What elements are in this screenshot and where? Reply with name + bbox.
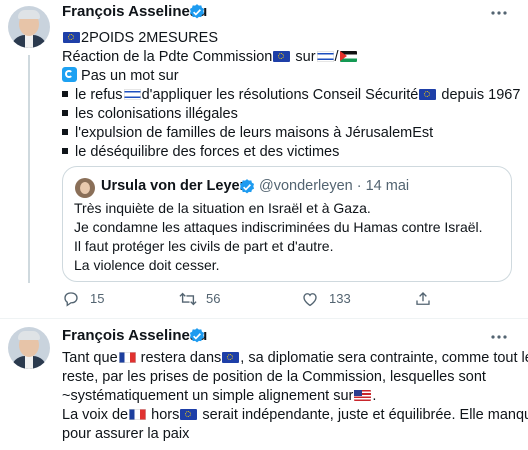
retweet-icon (179, 292, 197, 306)
bullet-item: le refus d'appliquer les résolutions Cons… (62, 86, 520, 105)
israel-flag-icon (316, 51, 334, 62)
author-name[interactable]: François Asselineau (62, 3, 207, 20)
eu-flag-icon (222, 352, 240, 363)
thread-line (28, 55, 30, 283)
share-icon (416, 292, 430, 305)
verified-badge-icon (189, 328, 205, 343)
quoted-text-line: La violence doit cesser. (74, 257, 220, 273)
reply-button[interactable]: 15 (62, 290, 122, 308)
reply-icon (64, 292, 78, 307)
france-flag-icon (118, 352, 136, 363)
reply-count: 15 (90, 291, 105, 306)
share-button[interactable] (414, 290, 434, 308)
author-avatar[interactable] (8, 6, 50, 48)
tweet-text-line: 2POIDS 2MESURES (62, 29, 218, 48)
author-name[interactable]: François Asselineau (62, 327, 207, 344)
usa-flag-icon (354, 390, 372, 401)
retweet-count: 56 (206, 291, 221, 306)
like-count: 133 (329, 291, 351, 306)
bullet-icon (62, 148, 68, 154)
bullet-item: le déséquilibre des forces et des victim… (62, 143, 339, 162)
eu-flag-icon (63, 32, 80, 43)
israel-flag-icon (123, 89, 141, 100)
tweet-text-line: Pas un mot sur (62, 67, 179, 86)
more-icon[interactable] (488, 4, 510, 22)
tweet-text-line: Tant que restera dans, sa diplomatie ser… (62, 350, 528, 366)
quoted-text-line: Je condamne les attaques indiscriminées … (74, 219, 483, 235)
more-icon[interactable] (488, 328, 510, 346)
quoted-author-name: Ursula von der Leyen (101, 178, 249, 194)
eu-flag-icon (419, 89, 437, 100)
bullet-icon (62, 110, 68, 116)
like-button[interactable]: 133 (301, 290, 361, 308)
quoted-author-avatar (75, 178, 95, 198)
tweet-2[interactable]: François Asselineau Tant que restera dan… (0, 319, 528, 450)
tweet-1[interactable]: François Asselineau 2POIDS 2MESURES Réac… (0, 0, 528, 318)
quoted-text-line: Très inquiète de la situation en Israël … (74, 200, 371, 216)
quoted-text-line: Il faut protéger les civils de part et d… (74, 238, 334, 254)
verified-badge-icon (189, 4, 205, 19)
bullet-item: l'expulsion de familles de leurs maisons… (62, 124, 433, 143)
bullet-icon (62, 91, 68, 97)
tweet-text-line: reste, par les prises de position de la … (62, 369, 486, 385)
like-icon (303, 293, 317, 307)
verified-badge-icon (239, 179, 255, 194)
france-flag-icon (129, 409, 147, 420)
tweet-text-line: pour assurer la paix (62, 426, 190, 442)
retweet-button[interactable]: 56 (178, 290, 238, 308)
palestine-flag-icon (339, 51, 357, 62)
eu-flag-icon (273, 51, 291, 62)
tweet-text-line: ~systématiquement un simple alignement s… (62, 388, 377, 404)
bullet-item: les colonisations illégales (62, 105, 238, 124)
bullet-icon (62, 129, 68, 135)
eu-flag-icon (180, 409, 198, 420)
tweet-text-line: La voix de hors serait indépendante, jus… (62, 407, 528, 423)
author-avatar[interactable] (8, 327, 50, 369)
crescent-icon (62, 67, 77, 82)
tweet-text-line: Réaction de la Pdte Commission sur / (62, 48, 358, 67)
quoted-tweet[interactable]: Ursula von der Leyen @vonderleyen · 14 m… (62, 166, 512, 282)
quoted-author-handle: @vonderleyen · 14 mai (259, 178, 410, 194)
